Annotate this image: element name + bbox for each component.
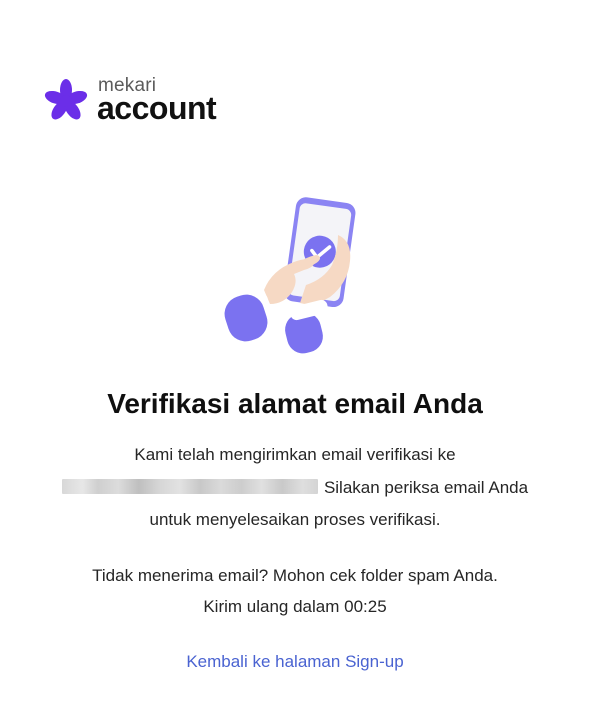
mekari-account-logo: mekari account xyxy=(42,75,272,127)
masked-email-address xyxy=(61,479,318,494)
verification-message-line2: Silakan periksa email Anda xyxy=(0,478,590,498)
verification-message-line1: Kami telah mengirimkan email verifikasi … xyxy=(134,445,456,464)
product-name: account xyxy=(97,90,217,126)
page-title: Verifikasi alamat email Anda xyxy=(107,388,483,419)
phone-verified-hand-icon xyxy=(224,197,356,354)
mekari-star-icon xyxy=(44,79,88,120)
resend-countdown: Kirim ulang dalam 00:25 xyxy=(203,597,387,616)
back-to-signup-link[interactable]: Kembali ke halaman Sign-up xyxy=(0,652,590,672)
verification-message-line3: untuk menyelesaikan proses verifikasi. xyxy=(149,510,441,529)
check-email-text: Silakan periksa email Anda xyxy=(323,478,529,497)
spam-hint-text: Tidak menerima email? Mohon cek folder s… xyxy=(92,566,498,585)
